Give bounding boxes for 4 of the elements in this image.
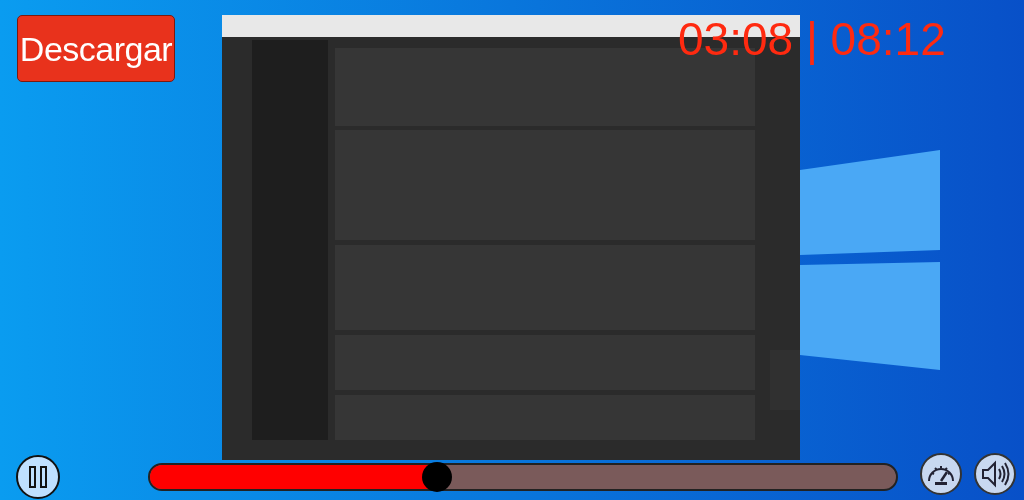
progress-bar[interactable] [148, 463, 898, 491]
pause-icon [29, 466, 47, 488]
download-button[interactable]: Descargar [17, 15, 175, 82]
seek-handle[interactable] [422, 462, 453, 492]
